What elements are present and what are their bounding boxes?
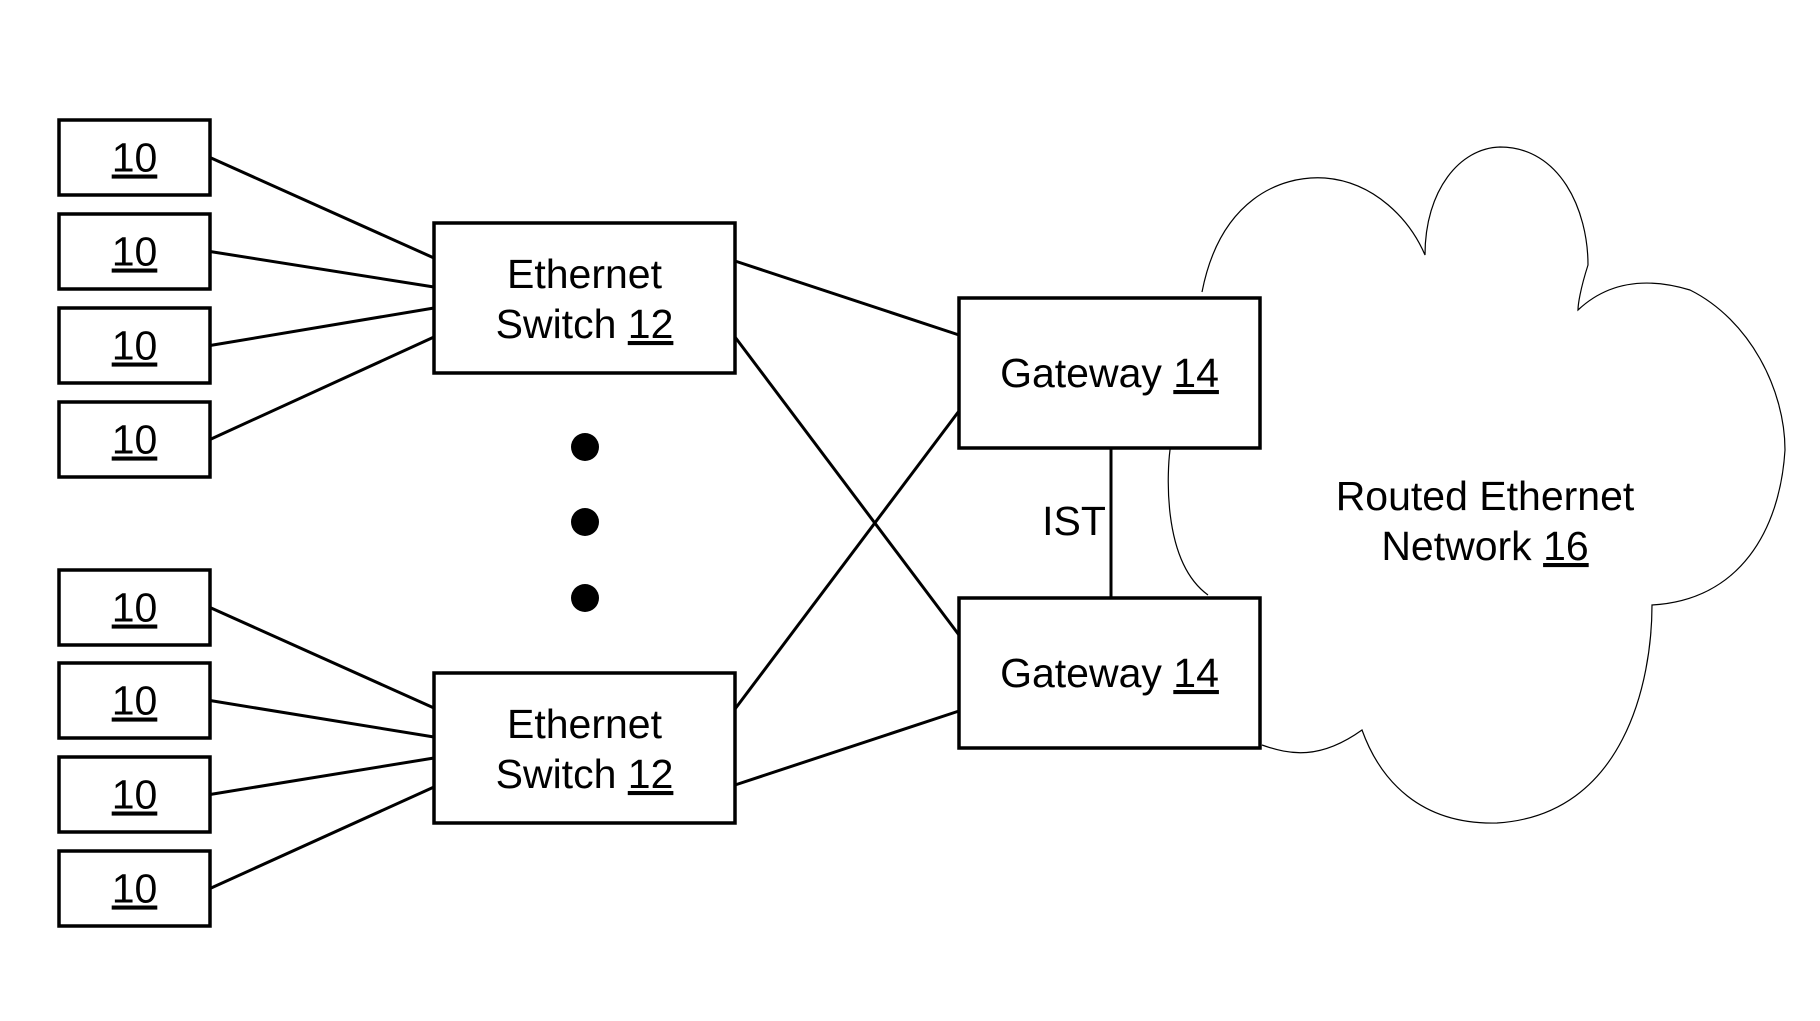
switch-box: [432, 671, 737, 825]
ellipsis-dot: [571, 508, 599, 536]
end-device-label: 10: [112, 585, 158, 631]
switch-label-line2: Switch 12: [496, 751, 674, 797]
end-device-label: 10: [112, 229, 158, 275]
switch1-gateway1-link: [734, 259, 960, 337]
network-diagram: 1010101010101010EthernetSwitch 12Etherne…: [57, 118, 1786, 928]
ellipsis-dot: [571, 433, 599, 461]
switch-box: [432, 221, 737, 375]
device-switch-link: [209, 335, 435, 441]
end-device-label: 10: [112, 772, 158, 818]
end-device-node[interactable]: 10: [57, 400, 212, 479]
gateway-ref: 14: [1173, 350, 1219, 396]
gateway-ref: 14: [1173, 650, 1219, 696]
gateway-label-text: Gateway: [1000, 650, 1173, 696]
ethernet-switch-node[interactable]: EthernetSwitch 12: [432, 671, 737, 825]
cloud-ref: 16: [1543, 523, 1589, 569]
gateway-node[interactable]: Gateway 14: [957, 296, 1262, 450]
ethernet-switch-node[interactable]: EthernetSwitch 12: [432, 221, 737, 375]
end-device-node[interactable]: 10: [57, 755, 212, 834]
switch1-gateway2-link: [733, 336, 961, 636]
device-switch-link: [209, 156, 435, 260]
device-switch-link: [209, 785, 435, 890]
cloud-label-line1: Routed Ethernet: [1336, 473, 1635, 519]
switch2-gateway1-link: [733, 410, 961, 710]
device-switch-link: [209, 756, 435, 796]
gateway-node[interactable]: Gateway 14: [957, 596, 1262, 750]
end-device-node[interactable]: 10: [57, 849, 212, 928]
end-device-node[interactable]: 10: [57, 118, 212, 197]
end-device-node[interactable]: 10: [57, 568, 212, 647]
switch2-gateway2-link: [734, 709, 960, 787]
gateway-label: Gateway 14: [1000, 350, 1219, 396]
ellipsis-dot: [571, 584, 599, 612]
device-switch-link: [209, 306, 435, 347]
device-switch-link: [209, 606, 435, 710]
gateway-label: Gateway 14: [1000, 650, 1219, 696]
end-device-label: 10: [112, 417, 158, 463]
cloud-label-line2: Network 16: [1381, 523, 1588, 569]
switch-label-text: Switch: [496, 301, 628, 347]
device-switch-link: [209, 250, 435, 289]
end-device-node[interactable]: 10: [57, 661, 212, 740]
switch-ref: 12: [628, 751, 674, 797]
switch-label-text: Switch: [496, 751, 628, 797]
end-device-node[interactable]: 10: [57, 306, 212, 385]
end-device-label: 10: [112, 866, 158, 912]
ist-label: IST: [1042, 498, 1106, 544]
switch-label-line1: Ethernet: [507, 701, 663, 747]
cloud-label-text: Network: [1381, 523, 1543, 569]
switch-ref: 12: [628, 301, 674, 347]
end-device-label: 10: [112, 323, 158, 369]
device-switch-link: [209, 699, 435, 739]
end-device-label: 10: [112, 678, 158, 724]
end-device-node[interactable]: 10: [57, 212, 212, 291]
end-device-label: 10: [112, 135, 158, 181]
switch-label-line2: Switch 12: [496, 301, 674, 347]
switch-label-line1: Ethernet: [507, 251, 663, 297]
gateway-label-text: Gateway: [1000, 350, 1173, 396]
